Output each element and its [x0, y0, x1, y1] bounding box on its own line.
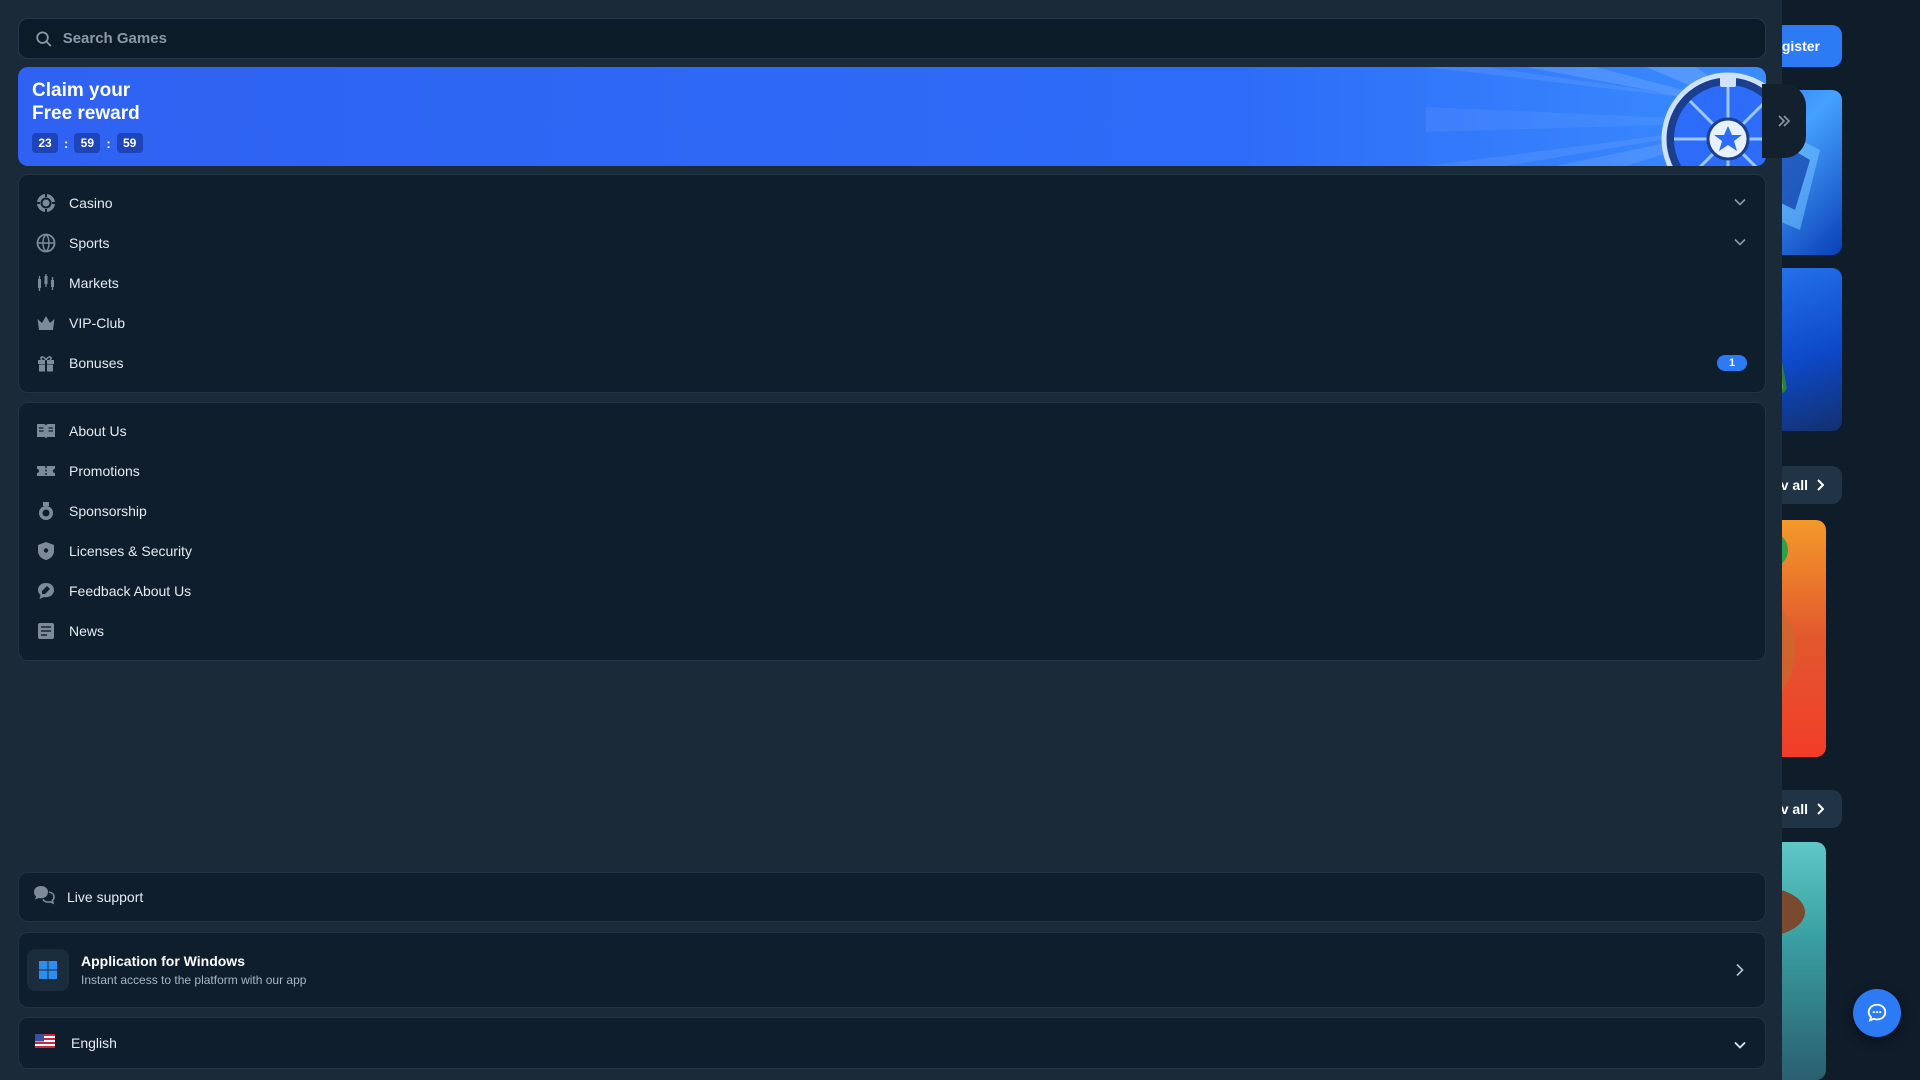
- nav-item-about-us[interactable]: About Us: [19, 411, 1765, 451]
- gift-icon: [35, 352, 57, 374]
- timer-minutes: 59: [74, 133, 101, 153]
- chevron-right-icon: [1817, 479, 1824, 491]
- search-input[interactable]: [60, 29, 1765, 48]
- windows-icon: [27, 949, 69, 991]
- timer-separator: :: [106, 135, 111, 151]
- nav-item-news[interactable]: News: [19, 611, 1765, 651]
- book-icon: [35, 420, 57, 442]
- candlestick-icon: [35, 272, 57, 294]
- banner-title-line2: Free reward: [32, 103, 140, 124]
- nav-label: Licenses & Security: [69, 543, 192, 559]
- collapse-sidebar-button[interactable]: [1762, 84, 1806, 158]
- nav-item-sponsorship[interactable]: Sponsorship: [19, 491, 1765, 531]
- banner-title: Claim your Free reward: [32, 79, 140, 125]
- chevron-down-icon: [1734, 1041, 1746, 1049]
- bonuses-count-badge: 1: [1717, 355, 1747, 371]
- windows-app-title: Application for Windows: [81, 953, 245, 969]
- nav-label: Sponsorship: [69, 503, 147, 519]
- nav-label: Casino: [69, 195, 113, 211]
- timer-separator: :: [64, 135, 69, 151]
- chat-fab-button[interactable]: [1853, 989, 1901, 1037]
- nav-label: VIP-Club: [69, 315, 126, 331]
- ticket-icon: [35, 460, 57, 482]
- nav-item-markets[interactable]: Markets: [19, 263, 1765, 303]
- menu-panel: Claim your Free reward 23 : 59 : 59 Casi…: [0, 0, 1782, 1080]
- windows-app-card[interactable]: Application for Windows Instant access t…: [18, 932, 1766, 1008]
- timer-hours: 23: [32, 133, 58, 153]
- chevron-right-icon: [1736, 963, 1744, 977]
- globe-ball-icon: [35, 232, 57, 254]
- nav-label: About Us: [69, 423, 127, 439]
- nav-label: Promotions: [69, 463, 140, 479]
- nav-item-bonuses[interactable]: Bonuses 1: [19, 343, 1765, 383]
- feedback-icon: [35, 580, 57, 602]
- search-icon: [36, 30, 52, 47]
- search-bar[interactable]: [18, 18, 1766, 59]
- nav-item-sports[interactable]: Sports: [19, 223, 1765, 263]
- nav-item-casino[interactable]: Casino: [19, 183, 1765, 223]
- nav-label: News: [69, 623, 105, 639]
- banner-title-line1: Claim your: [32, 80, 131, 101]
- free-reward-banner[interactable]: Claim your Free reward 23 : 59 : 59: [18, 67, 1766, 166]
- chevron-down-icon: [1734, 238, 1746, 246]
- chat-icon: [1867, 1003, 1887, 1022]
- us-flag-icon: [35, 1033, 55, 1053]
- windows-app-subtitle: Instant access to the platform with our …: [81, 973, 307, 987]
- crown-icon: [35, 312, 57, 334]
- language-selector[interactable]: English: [18, 1017, 1766, 1069]
- chat-bubbles-icon: [33, 884, 55, 911]
- countdown-timer: 23 : 59 : 59: [32, 133, 143, 153]
- view-all-label: v all: [1780, 477, 1808, 493]
- double-chevron-right-icon: [1778, 115, 1791, 127]
- shield-icon: [35, 540, 57, 562]
- view-all-label: v all: [1780, 801, 1808, 817]
- nav-label: Markets: [69, 275, 119, 291]
- main-nav: Casino Sports Markets VIP-Club Bonuses 1: [18, 174, 1766, 393]
- casino-chip-icon: [35, 192, 57, 214]
- nav-item-licenses-security[interactable]: Licenses & Security: [19, 531, 1765, 571]
- live-support-label: Live support: [67, 889, 144, 905]
- live-support-button[interactable]: Live support: [18, 872, 1766, 922]
- nav-label: Bonuses: [69, 355, 124, 371]
- info-nav: About Us Promotions Sponsorship Licenses…: [18, 402, 1766, 661]
- nav-item-vip-club[interactable]: VIP-Club: [19, 303, 1765, 343]
- newspaper-icon: [35, 620, 57, 642]
- language-label: English: [71, 1035, 117, 1051]
- nav-label: Sports: [69, 235, 110, 251]
- chevron-right-icon: [1817, 803, 1824, 815]
- timer-seconds: 59: [116, 133, 143, 153]
- medal-icon: [35, 500, 57, 522]
- nav-item-feedback[interactable]: Feedback About Us: [19, 571, 1765, 611]
- chevron-down-icon: [1734, 198, 1746, 206]
- nav-label: Feedback About Us: [69, 583, 192, 599]
- nav-item-promotions[interactable]: Promotions: [19, 451, 1765, 491]
- fortune-wheel-icon: [1661, 72, 1766, 166]
